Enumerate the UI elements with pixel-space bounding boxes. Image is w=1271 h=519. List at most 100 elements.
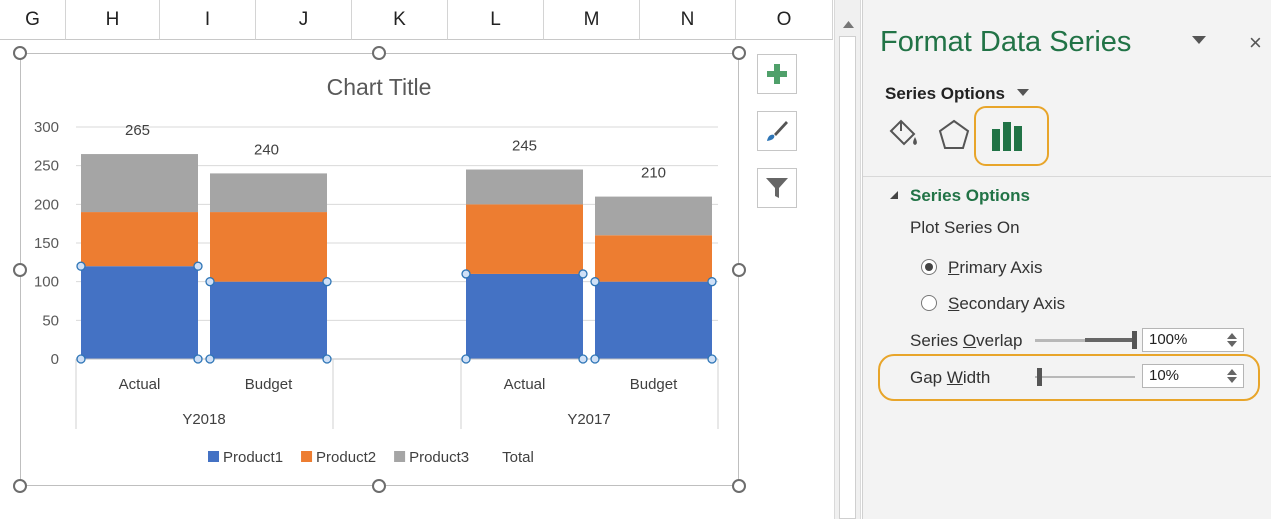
x-category-label: Budget <box>245 376 293 393</box>
total-data-label: 240 <box>254 141 279 158</box>
legend-swatch-product1 <box>208 451 219 462</box>
secondary-axis-text: econdary Axis <box>959 294 1066 313</box>
bar-product1-5[interactable] <box>595 281 712 359</box>
series-selection-handle <box>707 277 717 287</box>
legend-swatch-product2 <box>301 451 313 462</box>
chart-area[interactable]: Chart Title 0 50 100 150 200 250 300 265 Actual 24… <box>20 53 739 486</box>
total-data-label: 210 <box>641 165 666 182</box>
paintbrush-icon <box>767 121 788 141</box>
section-title[interactable]: Series Options <box>910 186 1030 206</box>
vertical-scrollbar[interactable] <box>834 0 861 519</box>
resize-handle-bottom-right[interactable] <box>732 479 746 493</box>
spin-down-icon[interactable] <box>1227 377 1237 383</box>
column-header-j[interactable]: J <box>256 0 352 40</box>
chart-svg[interactable]: Chart Title 0 50 100 150 200 250 300 265 Actual 24… <box>21 54 740 487</box>
bar-product2-4[interactable] <box>466 204 583 274</box>
resize-handle-top-left[interactable] <box>13 46 27 60</box>
bar-product1-4[interactable] <box>466 273 583 359</box>
secondary-axis-label[interactable]: Secondary Axis <box>948 294 1065 314</box>
resize-handle-top-right[interactable] <box>732 46 746 60</box>
effects-pentagon-icon[interactable] <box>937 118 971 152</box>
gap-width-value[interactable]: 10% <box>1149 367 1179 384</box>
y-tick-label: 100 <box>34 274 59 291</box>
resize-handle-middle-right[interactable] <box>732 263 746 277</box>
column-header-m[interactable]: M <box>544 0 640 40</box>
bar-product3-1[interactable] <box>81 154 198 213</box>
bar-product2-2[interactable] <box>210 212 327 282</box>
series-options-chevron-down-icon[interactable] <box>1017 89 1029 96</box>
resize-handle-bottom-left[interactable] <box>13 479 27 493</box>
series-selection-handle <box>590 354 600 364</box>
spin-down-icon[interactable] <box>1227 341 1237 347</box>
bar-product1-2[interactable] <box>210 281 327 359</box>
series-overlap-spinner[interactable]: 100% <box>1142 328 1244 352</box>
gap-width-slider-track[interactable] <box>1035 376 1135 378</box>
series-selection-handle <box>322 277 332 287</box>
series-options-dropdown-label[interactable]: Series Options <box>885 84 1005 104</box>
series-selection-handle <box>322 354 332 364</box>
section-collapse-icon[interactable] <box>890 191 898 199</box>
legend-label: Product1 <box>223 449 283 466</box>
bar-product2-1[interactable] <box>81 212 198 267</box>
column-header-g[interactable]: G <box>0 0 66 40</box>
gap-width-slider-thumb[interactable] <box>1037 368 1042 386</box>
series-overlap-slider-fill <box>1085 338 1135 342</box>
series-selection-handle <box>707 354 717 364</box>
y-tick-label: 0 <box>51 351 59 368</box>
gap-width-label: Gap Width <box>910 368 990 388</box>
gap-width-label-rest: idth <box>962 368 991 387</box>
y-tick-label: 250 <box>34 158 59 175</box>
total-data-label: 265 <box>125 122 150 139</box>
total-data-label: 245 <box>512 138 537 155</box>
x-group-label: Y2018 <box>182 411 225 428</box>
gap-width-hotkey: W <box>946 368 963 387</box>
chart-filters-button[interactable] <box>757 168 797 208</box>
gap-width-spinner[interactable]: 10% <box>1142 364 1244 388</box>
series-overlap-label: Series Overlap <box>910 331 1022 351</box>
close-icon[interactable]: × <box>1249 30 1262 56</box>
primary-axis-radio[interactable] <box>921 259 937 275</box>
fill-line-icon[interactable] <box>887 117 921 151</box>
chart-styles-button[interactable] <box>757 111 797 151</box>
series-overlap-slider-thumb[interactable] <box>1132 331 1137 349</box>
gap-width-label-pre: Gap <box>910 368 947 387</box>
format-data-series-pane: Format Data Series × Series Options Seri… <box>862 0 1271 519</box>
column-header-n[interactable]: N <box>640 0 736 40</box>
column-header-o[interactable]: O <box>736 0 833 40</box>
x-category-label: Budget <box>630 376 678 393</box>
resize-handle-bottom-center[interactable] <box>372 479 386 493</box>
series-overlap-value[interactable]: 100% <box>1149 331 1187 348</box>
bar-product2-5[interactable] <box>595 235 712 282</box>
column-header-i[interactable]: I <box>160 0 256 40</box>
resize-handle-top-center[interactable] <box>372 46 386 60</box>
legend-label: Product3 <box>409 449 469 466</box>
spin-up-icon[interactable] <box>1227 369 1237 375</box>
series-selection-handle <box>578 269 588 279</box>
spin-up-icon[interactable] <box>1227 333 1237 339</box>
y-tick-label: 200 <box>34 196 59 213</box>
series-selection-handle <box>193 261 203 271</box>
series-overlap-hotkey: O <box>962 331 977 350</box>
primary-axis-label[interactable]: Primary Axis <box>948 258 1042 278</box>
column-header-h[interactable]: H <box>66 0 160 40</box>
secondary-axis-hotkey: S <box>948 294 960 313</box>
column-header-k[interactable]: K <box>352 0 448 40</box>
secondary-axis-radio[interactable] <box>921 295 937 311</box>
resize-handle-middle-left[interactable] <box>13 263 27 277</box>
column-header-l[interactable]: L <box>448 0 544 40</box>
scroll-thumb[interactable] <box>839 36 856 519</box>
bar-product1-1[interactable] <box>81 266 198 359</box>
plus-icon <box>767 64 787 84</box>
series-selection-handle <box>461 269 471 279</box>
bar-chart-icon[interactable] <box>990 119 1024 153</box>
bar-product3-5[interactable] <box>595 196 712 236</box>
pane-title: Format Data Series <box>880 26 1132 58</box>
pane-options-dropdown-icon[interactable] <box>1192 36 1206 44</box>
series-selection-handle <box>193 354 203 364</box>
primary-axis-text: rimary Axis <box>959 258 1043 277</box>
bar-product3-2[interactable] <box>210 173 327 213</box>
bar-product3-4[interactable] <box>466 169 583 205</box>
chart-elements-button[interactable] <box>757 54 797 94</box>
legend-label: Product2 <box>316 449 376 466</box>
y-tick-label: 300 <box>34 119 59 136</box>
